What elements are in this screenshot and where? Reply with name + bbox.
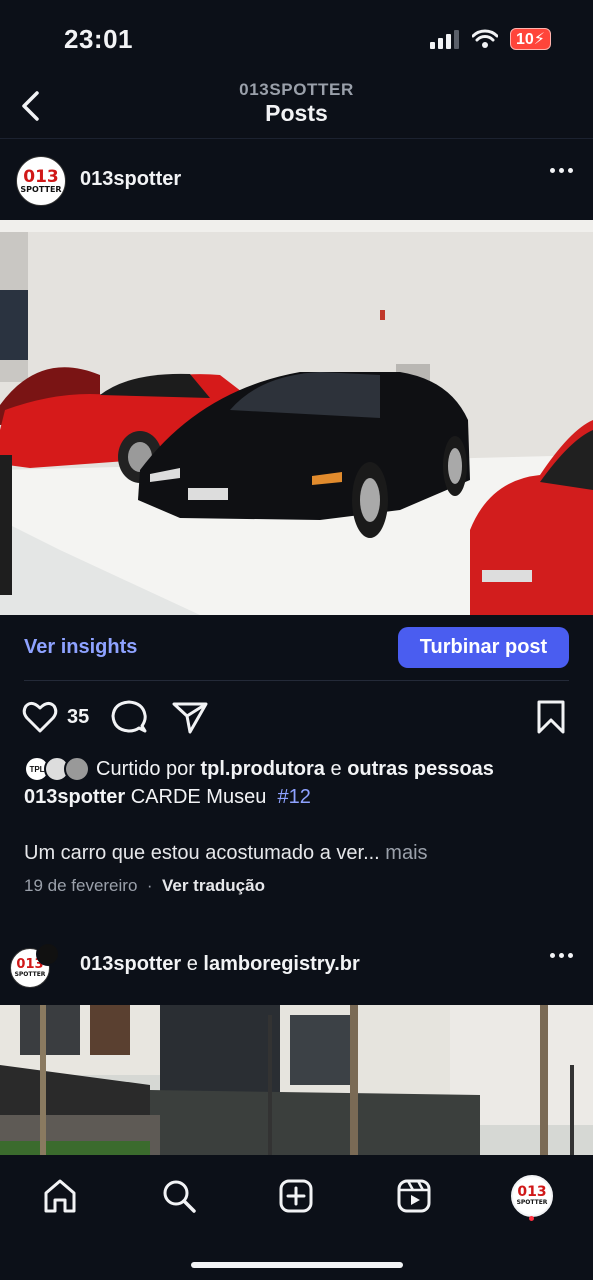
bookmark-icon: [537, 700, 565, 734]
comment-button[interactable]: [111, 700, 147, 739]
notification-dot: [529, 1216, 534, 1221]
share-button[interactable]: [172, 700, 208, 739]
nav-search[interactable]: [154, 1171, 204, 1221]
status-icons: 10⚡: [429, 28, 551, 50]
charging-bolt-icon: ⚡: [533, 31, 545, 48]
post2-user1[interactable]: 013spotter: [80, 953, 181, 975]
post-username[interactable]: 013spotter: [80, 168, 181, 191]
liked-by-row[interactable]: TPL Curtido por tpl.produtora e outras p…: [24, 756, 494, 782]
post2-user2[interactable]: lamboregistry.br: [203, 953, 359, 975]
send-icon: [172, 702, 208, 734]
comment-icon: [111, 700, 147, 733]
battery-indicator: 10⚡: [509, 28, 551, 50]
like-button[interactable]: [22, 700, 58, 739]
post-description: Um carro que estou acostumado a ver... m…: [24, 842, 428, 865]
caption: 013spotter CARDE Museu #12: [24, 786, 311, 809]
liked-by-others[interactable]: outras pessoas: [347, 758, 494, 781]
signal-icon: [429, 30, 459, 49]
liker-avatar: [64, 756, 90, 782]
collab-avatar[interactable]: [36, 942, 60, 966]
home-indicator[interactable]: [191, 1262, 403, 1268]
post2-join: e: [186, 953, 198, 975]
status-time: 23:01: [64, 24, 133, 54]
header-username: 013SPOTTER: [239, 80, 354, 99]
post2-usernames[interactable]: 013spotter e lamboregistry.br: [80, 953, 360, 976]
nav-home[interactable]: [35, 1171, 85, 1221]
battery-level: 10: [515, 31, 534, 48]
translate-link[interactable]: Ver tradução: [162, 876, 265, 895]
dot-icon: [550, 168, 555, 173]
boost-post-button[interactable]: Turbinar post: [398, 627, 569, 668]
reels-icon: [397, 1179, 431, 1213]
divider: [24, 680, 569, 681]
post-avatar[interactable]: 013 SPOTTER: [16, 156, 66, 206]
nav-profile[interactable]: 013 SPOTTER: [507, 1171, 557, 1221]
save-button[interactable]: [536, 700, 566, 739]
nav-reels[interactable]: [389, 1171, 439, 1221]
liked-by-prefix: Curtido por: [96, 757, 195, 780]
avatar-number: 013: [23, 166, 59, 187]
wifi-icon: [471, 29, 498, 48]
like-count[interactable]: 35: [67, 706, 89, 729]
header-divider: [0, 138, 593, 139]
dot-icon: [568, 953, 573, 958]
avatar-number: 013: [517, 1184, 547, 1200]
dot-icon: [559, 168, 564, 173]
dot-icon: [559, 953, 564, 958]
meta-separator: ·: [146, 876, 153, 895]
nav-create[interactable]: [271, 1171, 321, 1221]
search-icon: [163, 1180, 196, 1213]
liked-by-join: e: [330, 757, 342, 780]
dot-icon: [550, 953, 555, 958]
profile-avatar: 013 SPOTTER: [511, 1175, 553, 1217]
avatar-word: SPOTTER: [20, 184, 62, 194]
post-image[interactable]: [0, 220, 593, 615]
plus-square-icon: [279, 1179, 313, 1213]
street-photo: [0, 1005, 593, 1155]
post-meta: 19 de fevereiro · Ver tradução: [24, 876, 265, 896]
more-link[interactable]: mais: [385, 842, 427, 864]
avatar-word: SPOTTER: [516, 1199, 548, 1206]
home-icon: [44, 1179, 76, 1213]
caption-username[interactable]: 013spotter: [24, 786, 125, 808]
page-title: Posts: [265, 100, 328, 126]
dot-icon: [568, 168, 573, 173]
post2-options-button[interactable]: [550, 953, 573, 958]
post2-image[interactable]: [0, 1005, 593, 1155]
heart-icon: [22, 701, 58, 733]
avatar-word: SPOTTER: [14, 970, 46, 978]
view-insights-link[interactable]: Ver insights: [24, 636, 137, 659]
description-text: Um carro que estou acostumado a ver...: [24, 842, 380, 864]
car-photo: [0, 220, 593, 615]
caption-text: CARDE Museu: [130, 786, 267, 808]
post-date: 19 de fevereiro: [24, 876, 138, 895]
liked-by-user[interactable]: tpl.produtora: [201, 758, 325, 781]
post-options-button[interactable]: [550, 168, 573, 173]
hashtag-link[interactable]: #12: [277, 786, 310, 808]
